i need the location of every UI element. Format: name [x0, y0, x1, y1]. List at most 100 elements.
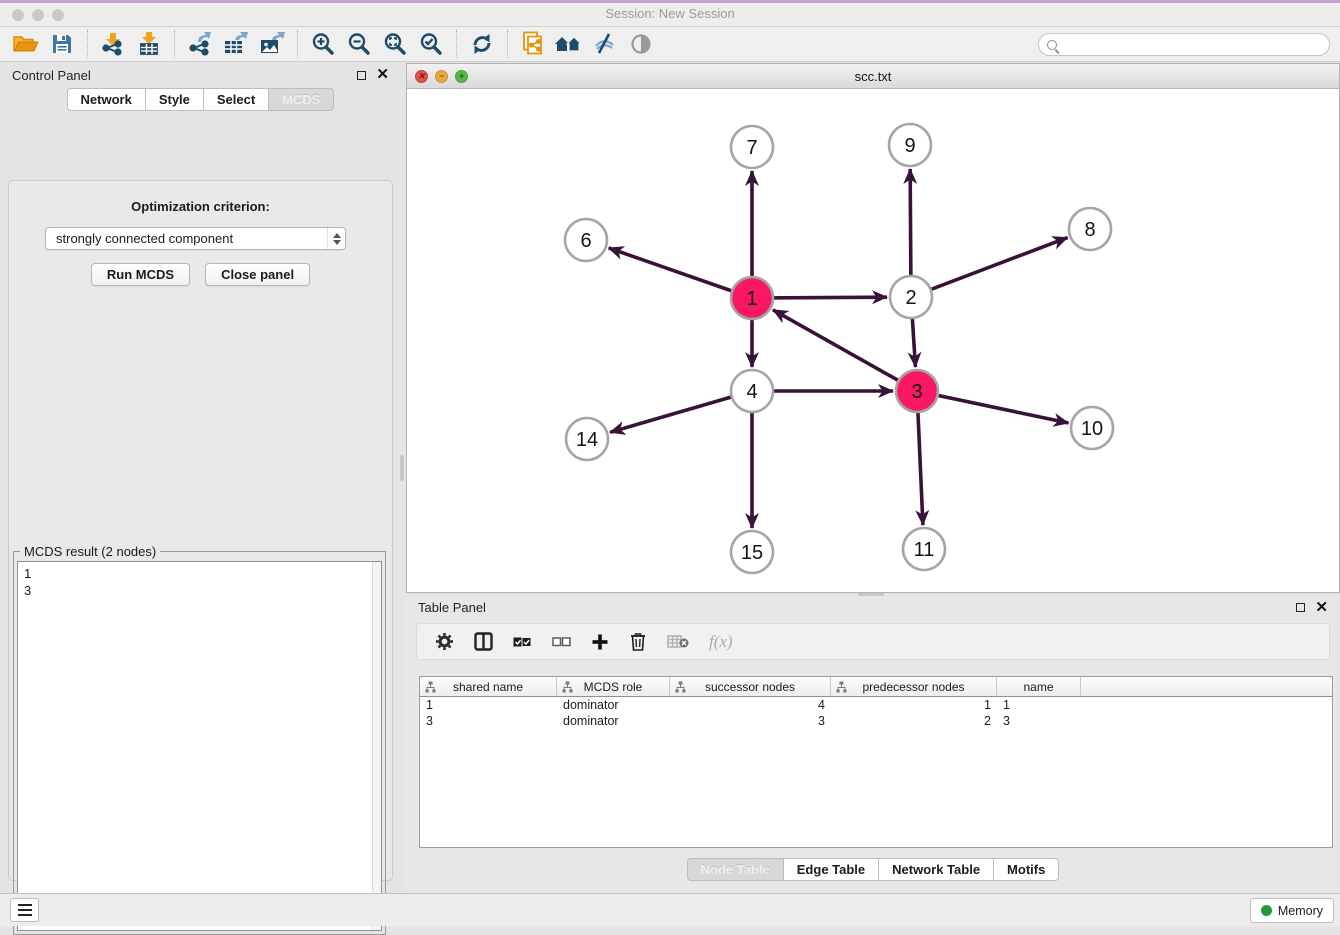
mcds-result-title: MCDS result (2 nodes)	[20, 544, 160, 559]
status-bar: Memory	[0, 893, 1340, 926]
optimization-criterion-select[interactable]: strongly connected component	[45, 227, 346, 250]
select-all-rows-icon[interactable]	[513, 635, 532, 649]
tab-mcds[interactable]: MCDS	[269, 88, 334, 111]
dropdown-stepper-icon	[327, 228, 345, 249]
table-cell[interactable]: 2	[831, 714, 997, 728]
table-row[interactable]: 3dominator323	[420, 713, 1332, 729]
network-window-titlebar[interactable]: ✕ − + scc.txt	[407, 64, 1339, 89]
column-header-shared-name[interactable]: shared name	[420, 677, 557, 696]
network-canvas-svg[interactable]: 7968124314101511	[407, 89, 1339, 592]
main-toolbar	[0, 27, 1340, 62]
graph-node-label-10: 10	[1081, 418, 1103, 440]
table-panel: Table Panel ✕ f(x) shared nameMCDS rol	[406, 596, 1340, 890]
mcds-result-area[interactable]: 1 3	[17, 561, 382, 931]
add-row-icon[interactable]	[591, 633, 609, 651]
search-field[interactable]	[1057, 38, 1329, 52]
maximize-window-icon[interactable]: +	[455, 70, 468, 83]
float-panel-icon[interactable]	[357, 71, 366, 80]
memory-status-icon	[1261, 905, 1272, 916]
graph-node-label-2: 2	[905, 287, 916, 309]
export-table-icon[interactable]	[218, 29, 254, 59]
column-header-filler	[1081, 677, 1332, 696]
table-cell[interactable]: 4	[670, 698, 831, 712]
tab-network-table[interactable]: Network Table	[879, 858, 994, 881]
graph-node-label-1: 1	[746, 288, 757, 310]
zoom-fit-icon[interactable]	[377, 29, 413, 59]
graph-edge-1-6[interactable]	[609, 248, 752, 298]
graph-node-label-14: 14	[576, 429, 598, 451]
delete-table-icon	[667, 634, 689, 649]
search-input[interactable]	[1038, 33, 1330, 56]
table-cell[interactable]: dominator	[557, 714, 670, 728]
table-cell[interactable]: dominator	[557, 698, 670, 712]
table-cell[interactable]: 1	[420, 698, 557, 712]
table-cell[interactable]: 3	[420, 714, 557, 728]
hide-selected-icon[interactable]	[587, 29, 623, 59]
close-table-panel-icon[interactable]: ✕	[1315, 603, 1328, 613]
node-table: shared nameMCDS rolesuccessor nodesprede…	[419, 676, 1333, 848]
show-all-icon[interactable]	[623, 29, 659, 59]
tab-select[interactable]: Select	[204, 88, 269, 111]
deselect-all-rows-icon[interactable]	[552, 635, 571, 649]
mcds-result-text: 1 3	[24, 565, 31, 599]
memory-label: Memory	[1278, 904, 1323, 918]
graph-node-label-7: 7	[746, 137, 757, 159]
open-session-icon[interactable]	[8, 29, 44, 59]
graph-node-label-3: 3	[911, 381, 922, 403]
home-icon[interactable]	[551, 29, 587, 59]
minimize-window-icon[interactable]: −	[435, 70, 448, 83]
save-session-icon[interactable]	[44, 29, 80, 59]
memory-button[interactable]: Memory	[1250, 898, 1334, 923]
tab-node-table[interactable]: Node Table	[687, 858, 784, 881]
column-header-name[interactable]: name	[997, 677, 1081, 696]
import-network-icon[interactable]	[95, 29, 131, 59]
graph-node-label-9: 9	[904, 135, 915, 157]
graph-node-label-8: 8	[1084, 219, 1095, 241]
tab-style[interactable]: Style	[146, 88, 204, 111]
column-header-predecessor-nodes[interactable]: predecessor nodes	[831, 677, 997, 696]
refresh-layout-icon[interactable]	[464, 29, 500, 59]
close-window-icon[interactable]: ✕	[415, 70, 428, 83]
zoom-out-icon[interactable]	[341, 29, 377, 59]
tab-edge-table[interactable]: Edge Table	[784, 858, 879, 881]
vertical-split-handle[interactable]	[400, 455, 404, 481]
network-view-window: ✕ − + scc.txt 7968124314101511	[406, 63, 1340, 593]
table-cell[interactable]: 3	[670, 714, 831, 728]
table-cell[interactable]: 1	[997, 698, 1081, 712]
run-mcds-button[interactable]: Run MCDS	[91, 263, 190, 286]
tab-network[interactable]: Network	[67, 88, 146, 111]
table-row[interactable]: 1dominator411	[420, 697, 1332, 713]
show-columns-icon[interactable]	[474, 632, 493, 651]
close-panel-icon[interactable]: ✕	[376, 70, 389, 80]
graph-edge-3-10[interactable]	[917, 391, 1069, 423]
mcds-result-group: MCDS result (2 nodes) 1 3	[13, 551, 386, 935]
column-header-MCDS-role[interactable]: MCDS role	[557, 677, 670, 696]
task-history-button[interactable]	[10, 898, 39, 922]
export-image-icon[interactable]	[254, 29, 290, 59]
graph-node-label-11: 11	[914, 539, 935, 561]
search-icon	[1047, 40, 1057, 50]
app-title-bar: Session: New Session	[0, 0, 1340, 27]
table-settings-icon[interactable]	[435, 632, 454, 651]
zoom-selected-icon[interactable]	[413, 29, 449, 59]
close-panel-button[interactable]: Close panel	[205, 263, 310, 286]
clone-network-icon[interactable]	[515, 29, 551, 59]
import-table-icon[interactable]	[131, 29, 167, 59]
tab-motifs[interactable]: Motifs	[994, 858, 1059, 881]
node-table-header: shared nameMCDS rolesuccessor nodesprede…	[420, 677, 1332, 697]
float-table-panel-icon[interactable]	[1296, 603, 1305, 612]
result-scrollbar[interactable]	[372, 562, 381, 930]
delete-row-icon[interactable]	[629, 632, 647, 651]
network-window-title: scc.txt	[855, 69, 892, 84]
zoom-in-icon[interactable]	[305, 29, 341, 59]
export-network-icon[interactable]	[182, 29, 218, 59]
node-table-body: 1dominator4113dominator323	[420, 697, 1332, 729]
table-cell[interactable]: 1	[831, 698, 997, 712]
table-panel-title: Table Panel	[418, 600, 1296, 615]
graph-edge-2-8[interactable]	[911, 238, 1068, 297]
session-title: Session: New Session	[0, 6, 1340, 21]
table-cell[interactable]: 3	[997, 714, 1081, 728]
column-header-successor-nodes[interactable]: successor nodes	[670, 677, 831, 696]
control-panel-title: Control Panel	[12, 68, 357, 83]
graph-edge-3-1[interactable]	[773, 310, 917, 391]
